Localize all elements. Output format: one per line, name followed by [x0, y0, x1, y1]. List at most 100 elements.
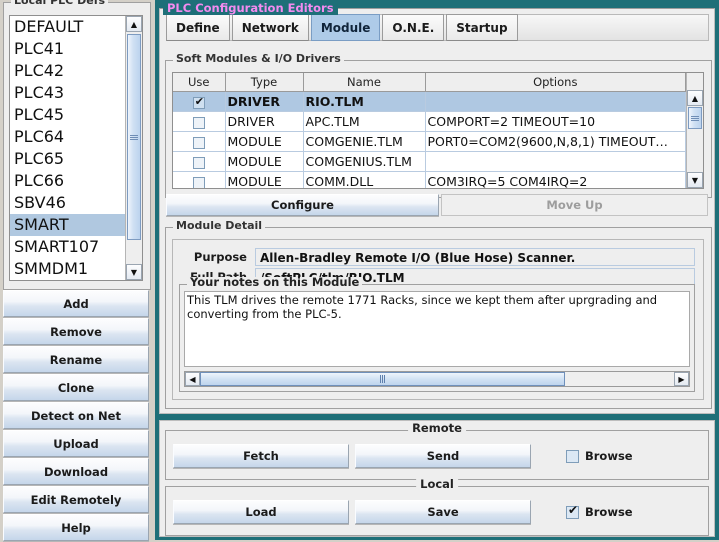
options-cell: COM3IRQ=5 COM4IRQ=2: [425, 171, 686, 188]
use-cell[interactable]: [173, 131, 226, 152]
plc-list-item[interactable]: PLC41: [10, 38, 125, 60]
modules-table-scrollbar[interactable]: ▲ ▼: [686, 73, 703, 188]
plc-list-item[interactable]: PLC66: [10, 170, 125, 192]
module-detail-title: Module Detail: [173, 220, 266, 231]
module-detail-group: Module Detail Purpose Allen-Bradley Remo…: [165, 220, 712, 409]
tab-startup[interactable]: Startup: [446, 14, 518, 41]
remote-browse-checkbox[interactable]: Browse: [566, 446, 633, 466]
table-scroll-up-arrow-icon[interactable]: ▲: [687, 90, 703, 106]
modules-table[interactable]: UseTypeNameOptions DRIVERRIO.TLMDRIVERAP…: [173, 73, 686, 188]
use-checkbox-icon[interactable]: [192, 176, 205, 188]
plc-list-item[interactable]: DEFAULT: [10, 16, 125, 38]
notes-horizontal-scrollbar[interactable]: ◀ ▶: [184, 371, 690, 387]
type-cell: DRIVER: [225, 111, 304, 132]
column-header-type[interactable]: Type: [225, 73, 304, 92]
table-scroll-down-arrow-icon[interactable]: ▼: [687, 172, 703, 188]
configure-button[interactable]: Configure: [166, 194, 439, 216]
use-cell[interactable]: [173, 111, 226, 132]
use-cell[interactable]: [173, 171, 226, 188]
use-checkbox-icon[interactable]: [192, 96, 205, 109]
remote-group: Remote Fetch Send Browse: [165, 422, 709, 480]
table-row[interactable]: DRIVER APC.TLM COMPORT=2 TIMEOUT=10: [173, 111, 686, 132]
local-title: Local: [416, 478, 458, 490]
options-cell: [425, 151, 686, 172]
local-browse-checkbox[interactable]: Browse: [566, 502, 633, 522]
send-button[interactable]: Send: [355, 444, 531, 468]
plc-list-item[interactable]: PLC65: [10, 148, 125, 170]
plc-list-item[interactable]: SMMDM1: [10, 258, 125, 280]
checkbox-icon[interactable]: [566, 504, 579, 519]
table-header-row: Use Type Name Options: [173, 73, 686, 92]
scroll-right-arrow-icon[interactable]: ▶: [674, 372, 689, 386]
table-row[interactable]: MODULE COMGENIE.TLM PORT0=COM2(9600,N,8,1)…: [173, 131, 686, 152]
checkbox-icon[interactable]: [566, 449, 579, 463]
purpose-value: Allen-Bradley Remote I/O (Blue Hose) Sca…: [255, 248, 695, 266]
plc-list[interactable]: DEFAULT PLC41 PLC42 PLC43 PLC45 PLC64 PLC65 PLC…: [10, 16, 125, 280]
table-body[interactable]: DRIVERRIO.TLMDRIVERAPC.TLMCOMPORT=2 TIME…: [173, 91, 686, 188]
type-cell: MODULE: [225, 151, 304, 172]
scrollbar-thumb[interactable]: [127, 34, 141, 240]
table-row[interactable]: DRIVERRIO.TLM: [173, 91, 686, 112]
type-cell: MODULE: [225, 131, 304, 152]
plc-list-item[interactable]: PLC64: [10, 126, 125, 148]
table-row[interactable]: MODULE COMGENIUS.TLM: [173, 151, 686, 172]
add-button[interactable]: Add: [3, 290, 149, 317]
scroll-down-arrow-icon[interactable]: ▼: [126, 264, 142, 280]
column-header-name[interactable]: Name: [303, 73, 426, 92]
download-button[interactable]: Download: [3, 458, 149, 485]
scroll-up-arrow-icon[interactable]: ▲: [126, 16, 142, 32]
load-button[interactable]: Load: [173, 500, 349, 524]
tab-one[interactable]: O.N.E.: [382, 14, 445, 41]
grip-icon: [691, 115, 699, 121]
local-browse-label: Browse: [585, 505, 633, 519]
transfer-panel: Remote Fetch Send Browse Local Load Save…: [159, 420, 715, 537]
help-button[interactable]: Help: [3, 514, 149, 541]
table-row[interactable]: MODULE COMM.DLL COM3IRQ=5 COM4IRQ=2: [173, 171, 686, 188]
move-up-button[interactable]: Move Up: [441, 194, 708, 216]
scroll-left-arrow-icon[interactable]: ◀: [185, 372, 200, 386]
save-button[interactable]: Save: [355, 500, 531, 524]
edit-remotely-button[interactable]: Edit Remotely: [3, 486, 149, 513]
plc-actions-button-group: Add Remove Rename Clone Detect on Net Upload D…: [3, 290, 149, 542]
module-notes-group: Your notes on this Module This TLM drive…: [179, 276, 695, 392]
fetch-button[interactable]: Fetch: [173, 444, 349, 468]
local-plc-defs-title: Local PLC Defs: [11, 0, 109, 6]
tab-module[interactable]: Module: [310, 14, 381, 41]
use-checkbox-icon[interactable]: [192, 156, 205, 169]
plc-list-scrollbar[interactable]: ▲ ▼: [125, 16, 142, 280]
plc-list-item[interactable]: SBV46: [10, 192, 125, 214]
plc-list-item[interactable]: PLC43: [10, 82, 125, 104]
column-header-use[interactable]: Use: [173, 73, 226, 92]
remove-button[interactable]: Remove: [3, 318, 149, 345]
detect-on-net-button[interactable]: Detect on Net: [3, 402, 149, 429]
use-checkbox-icon[interactable]: [192, 136, 205, 149]
use-cell[interactable]: [173, 151, 226, 172]
table-scrollbar-thumb[interactable]: [688, 107, 702, 129]
grip-icon: [130, 134, 138, 140]
use-checkbox-icon[interactable]: [192, 116, 205, 129]
scrollbar-track[interactable]: [200, 372, 674, 386]
upload-button[interactable]: Upload: [3, 430, 149, 457]
plc-list-item[interactable]: SMART107: [10, 236, 125, 258]
module-notes-textarea[interactable]: This TLM drives the remote 1771 Racks, s…: [184, 291, 690, 367]
plc-list-item[interactable]: PLC45: [10, 104, 125, 126]
tab-define[interactable]: Define: [166, 14, 230, 41]
column-header-options[interactable]: Options: [425, 73, 686, 92]
remote-title: Remote: [408, 422, 466, 434]
clone-button[interactable]: Clone: [3, 374, 149, 401]
tab-network[interactable]: Network: [231, 14, 309, 41]
remote-browse-label: Browse: [585, 449, 633, 463]
rename-button[interactable]: Rename: [3, 346, 149, 373]
type-cell: DRIVER: [225, 91, 304, 112]
plc-list-item[interactable]: PLC42: [10, 60, 125, 82]
scrollbar-thumb[interactable]: [200, 372, 565, 386]
plc-list-item[interactable]: SMART: [10, 214, 125, 236]
options-cell: [425, 91, 686, 112]
name-cell: COMGENIE.TLM: [303, 131, 426, 152]
use-cell[interactable]: [173, 91, 226, 112]
plc-configuration-editors-title: PLC Configuration Editors: [163, 1, 338, 15]
local-group: Local Load Save Browse: [165, 478, 709, 536]
module-detail-inner: Purpose Allen-Bradley Remote I/O (Blue H…: [172, 239, 704, 400]
grip-icon: [379, 375, 385, 383]
type-cell: MODULE: [225, 171, 304, 188]
